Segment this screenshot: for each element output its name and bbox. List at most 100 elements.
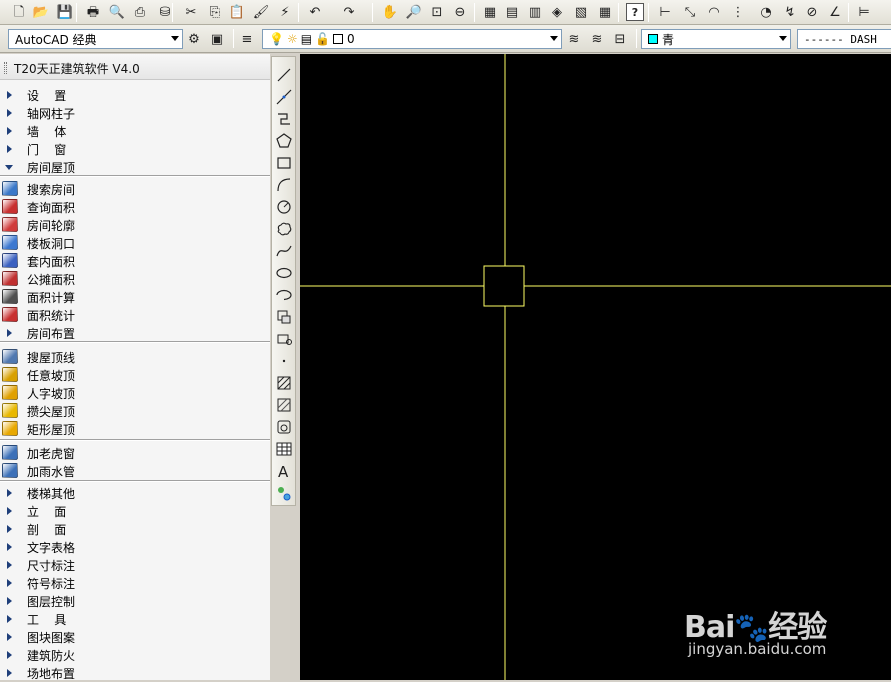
hatch-icon[interactable]	[275, 374, 293, 392]
construction-line-icon[interactable]	[275, 88, 293, 106]
command-item[interactable]: 人字坡顶	[0, 384, 270, 402]
revision-cloud-icon[interactable]	[275, 220, 293, 238]
dim-arc-icon[interactable]: ◠	[705, 3, 723, 21]
dim-aligned-icon[interactable]: ⤡	[681, 3, 699, 21]
command-item[interactable]: 面积统计	[0, 306, 270, 324]
command-item[interactable]: 任意坡顶	[0, 366, 270, 384]
menu-category[interactable]: 房间屋顶	[0, 158, 270, 176]
dim-diameter-icon[interactable]: ⊘	[803, 3, 821, 21]
workspace-select[interactable]: AutoCAD 经典	[8, 29, 183, 49]
zoom-window-icon[interactable]: ⊡	[428, 3, 446, 21]
make-current-layer-icon[interactable]: ≋	[565, 30, 583, 48]
copy-icon[interactable]: ⎘	[206, 3, 224, 21]
command-item[interactable]: 矩形屋顶	[0, 420, 270, 438]
layer-select[interactable]: 💡 ☼ ▤ 🔓 0	[262, 29, 562, 49]
menu-category[interactable]: 文字表格	[0, 538, 270, 556]
menu-category[interactable]: 尺寸标注	[0, 556, 270, 574]
zoom-previous-icon[interactable]: ⊖	[451, 3, 469, 21]
gradient-icon[interactable]	[275, 396, 293, 414]
drawing-canvas[interactable]	[300, 54, 891, 680]
print-preview-icon[interactable]: 🔍	[108, 3, 126, 21]
menu-category[interactable]: 立 面	[0, 502, 270, 520]
color-select[interactable]: 青	[641, 29, 791, 49]
workspace-settings-icon[interactable]: ⚙	[185, 30, 203, 48]
open-file-icon[interactable]: 📂	[32, 3, 50, 21]
menu-category[interactable]: 房间布置	[0, 324, 270, 342]
dim-ordinate-icon[interactable]: ⋮	[729, 3, 747, 21]
linetype-select[interactable]: ------ DASH	[797, 29, 891, 49]
menu-category[interactable]: 图层控制	[0, 592, 270, 610]
ellipse-icon[interactable]	[275, 264, 293, 282]
command-item[interactable]: 加老虎窗	[0, 444, 270, 462]
multiline-text-icon[interactable]: A	[275, 462, 293, 480]
menu-category[interactable]: 场地布置	[0, 664, 270, 682]
menu-category[interactable]: 图块图案	[0, 628, 270, 646]
clean-screen-icon[interactable]: ▣	[208, 30, 226, 48]
menu-item-label: 文字表格	[27, 541, 76, 555]
dim-radius-icon[interactable]: ◔	[757, 3, 775, 21]
polygon-icon[interactable]	[275, 132, 293, 150]
rectangle-icon[interactable]	[275, 154, 293, 172]
command-item[interactable]: 套内面积	[0, 252, 270, 270]
region-icon[interactable]	[275, 418, 293, 436]
layer-properties-icon[interactable]: ≡	[238, 30, 256, 48]
menu-category[interactable]: 门 窗	[0, 140, 270, 158]
calculator-icon[interactable]: ▦	[596, 3, 614, 21]
cut-icon[interactable]: ✂	[182, 3, 200, 21]
polyline-icon[interactable]	[275, 110, 293, 128]
menu-category[interactable]: 轴网柱子	[0, 104, 270, 122]
command-item[interactable]: 加雨水管	[0, 462, 270, 480]
paste-icon[interactable]: 📋	[228, 3, 246, 21]
command-item[interactable]: 查询面积	[0, 198, 270, 216]
design-center-icon[interactable]: ▤	[503, 3, 521, 21]
make-block-icon[interactable]	[275, 330, 293, 348]
tool-palettes-icon[interactable]: ▥	[526, 3, 544, 21]
menu-category[interactable]: 建筑防火	[0, 646, 270, 664]
menu-item-label: 人字坡顶	[27, 387, 76, 401]
command-item[interactable]: 楼板洞口	[0, 234, 270, 252]
redo-icon[interactable]: ↷	[340, 3, 358, 21]
menu-category[interactable]: 楼梯其他	[0, 484, 270, 502]
layer-previous-icon[interactable]: ≋	[588, 30, 606, 48]
plot-icon[interactable]: ⎙	[131, 3, 149, 21]
command-item[interactable]: 搜索房间	[0, 180, 270, 198]
arc-icon[interactable]	[275, 176, 293, 194]
save-icon[interactable]: 💾	[56, 3, 74, 21]
command-item[interactable]: 面积计算	[0, 288, 270, 306]
command-item[interactable]: 公摊面积	[0, 270, 270, 288]
line-icon[interactable]	[275, 66, 293, 84]
grip-icon[interactable]	[4, 62, 7, 74]
add-selected-icon[interactable]	[275, 484, 293, 502]
command-item[interactable]: 搜屋顶线	[0, 348, 270, 366]
undo-icon[interactable]: ↶	[306, 3, 324, 21]
watermark-url: jingyan.baidu.com	[688, 640, 827, 658]
menu-category[interactable]: 符号标注	[0, 574, 270, 592]
menu-category[interactable]: 设 置	[0, 86, 270, 104]
spline-icon[interactable]	[275, 242, 293, 260]
table-icon[interactable]	[275, 440, 293, 458]
dim-angular-icon[interactable]: ∠	[826, 3, 844, 21]
dim-quick-icon[interactable]: ⊨	[855, 3, 873, 21]
dim-linear-icon[interactable]: ⊢	[656, 3, 674, 21]
ellipse-arc-icon[interactable]	[275, 286, 293, 304]
insert-block-icon[interactable]	[275, 308, 293, 326]
menu-category[interactable]: 剖 面	[0, 520, 270, 538]
command-item[interactable]: 攒尖屋顶	[0, 402, 270, 420]
markup-icon[interactable]: ▧	[572, 3, 590, 21]
dim-jogged-icon[interactable]: ↯	[781, 3, 799, 21]
circle-icon[interactable]	[275, 198, 293, 216]
print-icon[interactable]: 🖶	[84, 3, 102, 21]
pan-icon[interactable]: ✋	[381, 3, 399, 21]
properties-icon[interactable]: ▦	[481, 3, 499, 21]
menu-category[interactable]: 工 具	[0, 610, 270, 628]
sheet-set-icon[interactable]: ◈	[548, 3, 566, 21]
match-properties-icon[interactable]: 🖌	[252, 3, 270, 21]
layer-state-icon[interactable]: ⊟	[611, 30, 629, 48]
zoom-realtime-icon[interactable]: 🔎	[405, 3, 423, 21]
new-file-icon[interactable]: 🗋	[10, 3, 28, 21]
point-icon[interactable]	[275, 352, 293, 370]
block-editor-icon[interactable]: ⚡	[276, 3, 294, 21]
help-icon[interactable]: ?	[626, 3, 644, 21]
menu-category[interactable]: 墙 体	[0, 122, 270, 140]
command-item[interactable]: 房间轮廓	[0, 216, 270, 234]
